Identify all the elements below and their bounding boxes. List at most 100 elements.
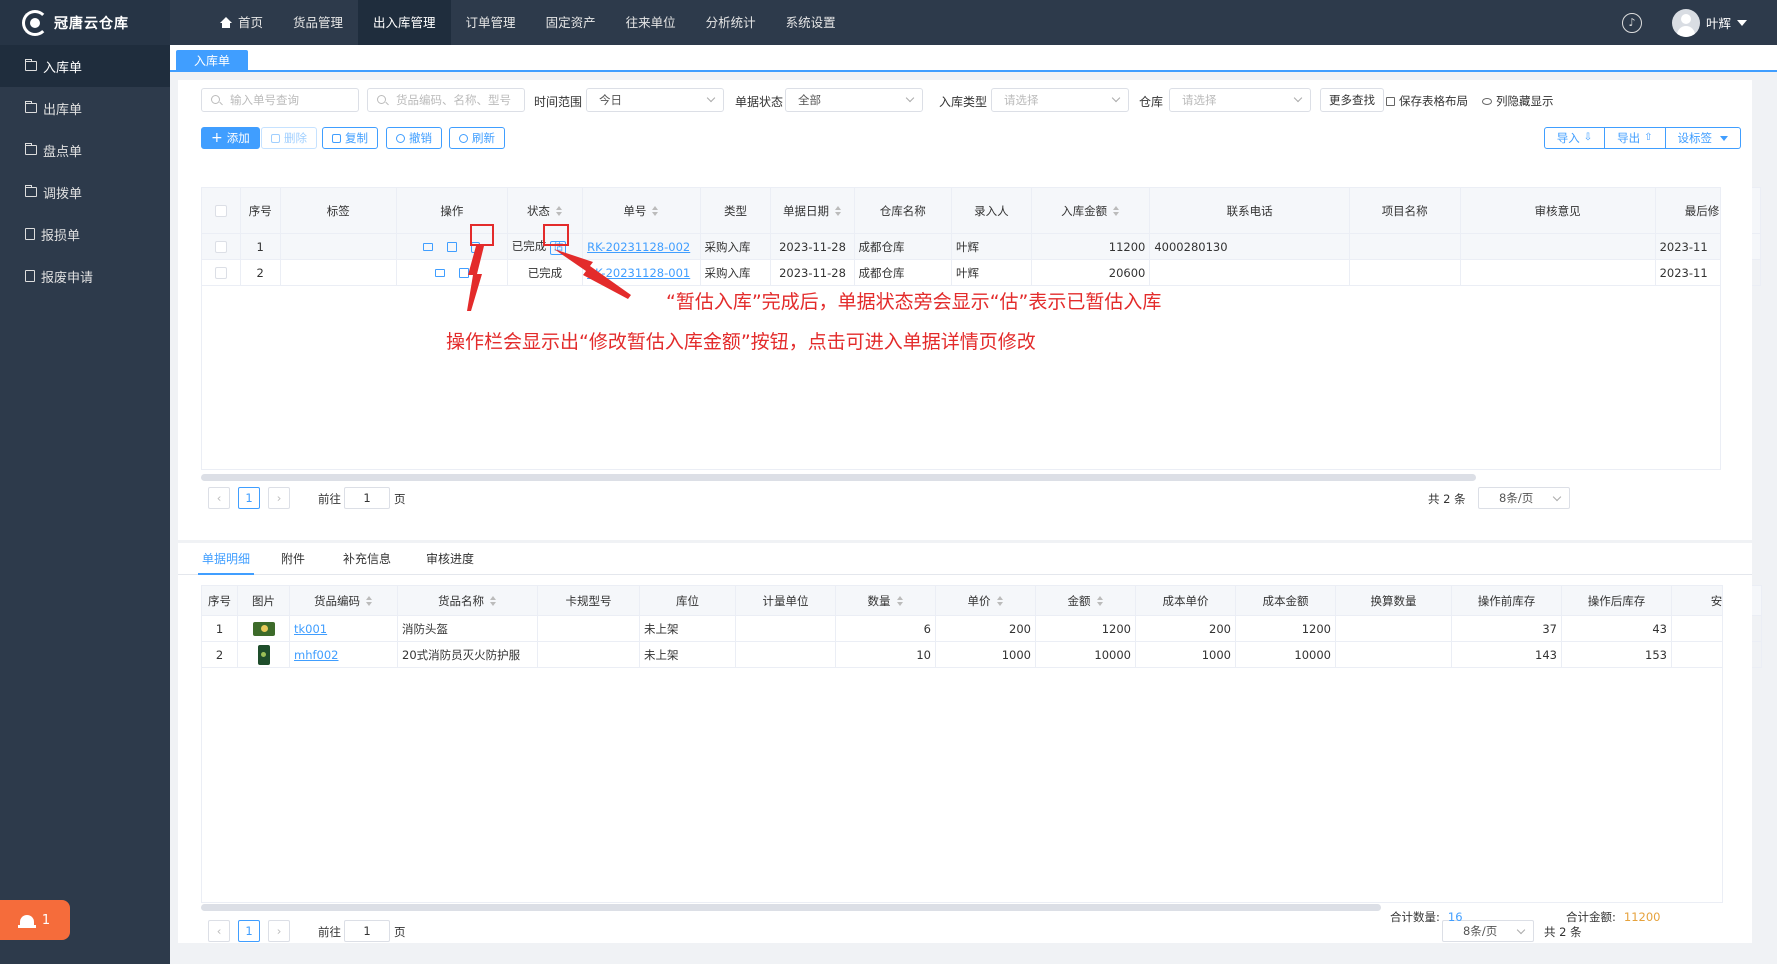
more-search-button[interactable]: 更多查找 — [1320, 88, 1384, 112]
app-logo[interactable]: 冠唐云仓库 — [0, 0, 170, 45]
row-order-no[interactable]: RK-20231128-001 — [582, 259, 701, 286]
select-all-checkbox[interactable] — [214, 205, 227, 217]
add-button[interactable]: + 添加 — [201, 127, 260, 149]
row-image[interactable] — [237, 641, 290, 668]
column-header-label: 单据日期 — [783, 203, 829, 218]
inbound-type-placeholder: 请选择 — [1004, 93, 1039, 107]
row-code[interactable]: mhf002 — [289, 641, 398, 668]
column-header-status[interactable]: 状态 — [506, 187, 584, 234]
horizontal-scrollbar[interactable] — [201, 474, 1476, 481]
alarm-badge[interactable]: 1 — [0, 900, 70, 940]
prev-page-button[interactable]: ‹ — [208, 920, 230, 942]
page-number[interactable]: 1 — [238, 487, 260, 509]
music-icon[interactable]: ♪ — [1621, 12, 1642, 33]
print-icon[interactable] — [423, 243, 434, 251]
goods-search-input[interactable]: 货品编码、名称、型号 — [367, 88, 525, 112]
column-header-name[interactable]: 货品名称 — [397, 585, 538, 616]
detail-horizontal-scrollbar[interactable] — [201, 904, 1381, 911]
delete-button[interactable]: 删除 — [261, 127, 317, 149]
table-row[interactable]: 1 已完成估 RK-20231128-002 采购入库 2023-11-28 成… — [201, 233, 1762, 260]
copy-button[interactable]: 复制 — [322, 127, 378, 149]
sort-icon[interactable] — [896, 596, 904, 606]
sidebar-item-transfer[interactable]: 调拨单 — [0, 171, 170, 213]
sort-icon[interactable] — [835, 206, 842, 216]
row-checkbox[interactable] — [214, 267, 227, 279]
row-select[interactable] — [201, 259, 241, 286]
tab-attachments[interactable]: 附件 — [281, 543, 305, 575]
chevron-down-icon[interactable] — [1737, 19, 1747, 26]
helmet-thumbnail[interactable] — [252, 621, 275, 636]
row-checkbox[interactable] — [214, 241, 227, 253]
nav-partners[interactable]: 往来单位 — [611, 0, 691, 45]
sort-icon[interactable] — [1113, 206, 1120, 216]
goto-input[interactable]: 1 — [344, 920, 390, 942]
sort-icon[interactable] — [652, 206, 659, 216]
tab-review-progress[interactable]: 审核进度 — [426, 543, 474, 575]
goods-code-link[interactable]: tk001 — [294, 622, 327, 636]
goto-input[interactable]: 1 — [344, 487, 390, 509]
table-row[interactable]: 2 mhf002 20式消防员灭火防护服 未上架 10 1000 10000 1… — [201, 641, 1762, 668]
order-no-input[interactable]: 输入单号查询 — [201, 88, 359, 112]
column-header-amount[interactable]: 入库金额 — [1030, 187, 1151, 234]
sort-icon[interactable] — [366, 596, 373, 606]
order-no-link[interactable]: RK-20231128-002 — [587, 240, 690, 254]
column-header-amount[interactable]: 金额 — [1035, 585, 1136, 616]
sidebar-item-outbound[interactable]: 出库单 — [0, 87, 170, 129]
page-size-select[interactable]: 8条/页 — [1478, 487, 1570, 509]
tab-inbound[interactable]: 入库单 — [176, 50, 249, 72]
sort-icon[interactable] — [1096, 596, 1104, 606]
status-select[interactable]: 全部 — [785, 88, 923, 112]
next-page-button[interactable]: › — [268, 920, 290, 942]
row-select[interactable] — [201, 233, 241, 260]
column-header-date[interactable]: 单据日期 — [770, 187, 855, 234]
print-icon[interactable] — [434, 269, 445, 277]
column-header-price[interactable]: 单价 — [935, 585, 1036, 616]
sidebar-item-inbound[interactable]: 入库单 — [0, 45, 170, 87]
nav-goods[interactable]: 货品管理 — [278, 0, 358, 45]
next-page-button[interactable]: › — [268, 487, 290, 509]
sidebar-item-scrap[interactable]: 报废申请 — [0, 255, 170, 297]
tag-settings-button[interactable]: 设标签 — [1665, 127, 1741, 149]
export-button[interactable]: 导出 ⇧ — [1605, 127, 1666, 149]
table-row[interactable]: 1 tk001 消防头盔 未上架 6 200 1200 200 1200 37 … — [201, 615, 1762, 642]
sort-icon[interactable] — [490, 596, 497, 606]
header-select-all[interactable] — [201, 187, 241, 234]
column-visibility-button[interactable]: 列隐藏显示 — [1482, 93, 1554, 109]
column-header-qty[interactable]: 数量 — [835, 585, 936, 616]
import-button[interactable]: 导入 ⇩ — [1543, 127, 1606, 149]
tab-extra-info[interactable]: 补充信息 — [343, 543, 391, 575]
nav-settings[interactable]: 系统设置 — [771, 0, 851, 45]
sidebar-item-stocktake[interactable]: 盘点单 — [0, 129, 170, 171]
edit-estimate-amount-icon[interactable] — [471, 241, 481, 253]
tab-detail[interactable]: 单据明细 — [198, 543, 255, 575]
refresh-button[interactable]: 刷新 — [449, 127, 505, 149]
edit-icon[interactable] — [447, 242, 458, 252]
inbound-type-select[interactable]: 请选择 — [991, 88, 1129, 112]
sort-icon[interactable] — [555, 206, 563, 216]
table-row[interactable]: 2 已完成 RK-20231128-001 采购入库 2023-11-28 成都… — [201, 259, 1762, 286]
user-name[interactable]: 叶辉 — [1706, 13, 1731, 32]
sort-icon[interactable] — [996, 596, 1004, 606]
order-no-link[interactable]: RK-20231128-001 — [587, 266, 690, 280]
page-number[interactable]: 1 — [238, 920, 260, 942]
sidebar-item-damage[interactable]: 报损单 — [0, 213, 170, 255]
column-header-code[interactable]: 货品编码 — [289, 585, 398, 616]
revoke-button[interactable]: 撤销 — [386, 127, 442, 149]
edit-icon[interactable] — [458, 268, 469, 278]
nav-orders[interactable]: 订单管理 — [451, 0, 531, 45]
row-image[interactable] — [237, 615, 290, 642]
nav-assets[interactable]: 固定资产 — [531, 0, 611, 45]
nav-inout[interactable]: 出入库管理 — [358, 0, 451, 45]
suit-thumbnail[interactable] — [257, 644, 270, 665]
nav-analytics[interactable]: 分析统计 — [691, 0, 771, 45]
avatar[interactable] — [1671, 8, 1700, 37]
prev-page-button[interactable]: ‹ — [208, 487, 230, 509]
goods-code-link[interactable]: mhf002 — [294, 648, 339, 662]
save-layout-button[interactable]: 保存表格布局 — [1386, 93, 1468, 109]
column-header-order-no[interactable]: 单号 — [582, 187, 701, 234]
row-code[interactable]: tk001 — [289, 615, 398, 642]
nav-home[interactable]: 首页 — [205, 0, 278, 45]
warehouse-select[interactable]: 请选择 — [1169, 88, 1311, 112]
time-range-select[interactable]: 今日 — [586, 88, 724, 112]
row-order-no[interactable]: RK-20231128-002 — [582, 233, 701, 260]
